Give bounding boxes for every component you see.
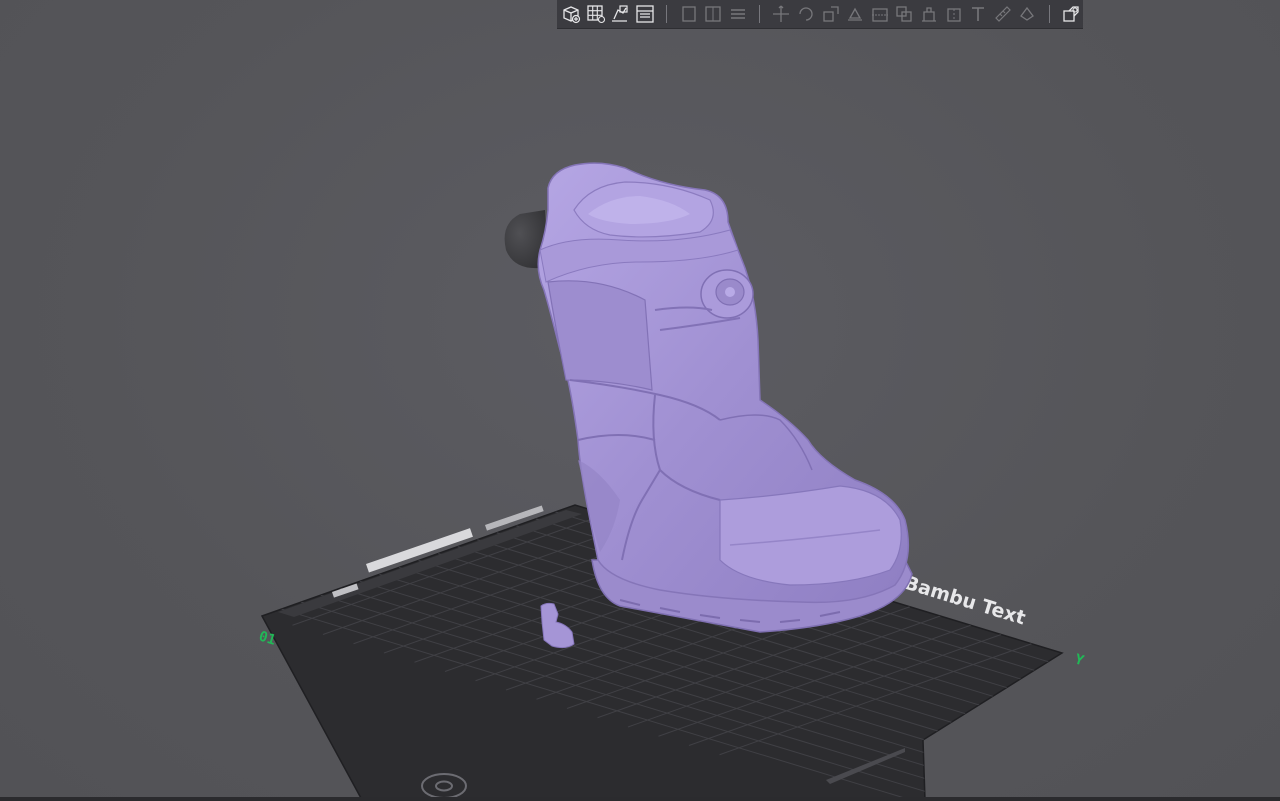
- rotate-button[interactable]: [794, 1, 819, 27]
- move-icon: [773, 5, 790, 22]
- add-object-button[interactable]: [559, 1, 584, 27]
- color-paint-button[interactable]: [1015, 1, 1040, 27]
- boot-model[interactable]: [537, 162, 913, 633]
- split-parts-button[interactable]: [701, 1, 726, 27]
- plate-index-label: 01: [257, 629, 278, 649]
- arrange-button[interactable]: [584, 1, 609, 27]
- toolbar-separator: [666, 5, 668, 23]
- split-parts-icon: [705, 6, 721, 22]
- support-paint-button[interactable]: [917, 1, 942, 27]
- orient-button[interactable]: [608, 1, 633, 27]
- move-button[interactable]: [769, 1, 794, 27]
- layers-icon: [730, 9, 745, 19]
- orient-icon: [612, 5, 629, 22]
- lay-on-face-button[interactable]: [843, 1, 868, 27]
- 3d-viewport[interactable]: Bambu Text 01 Y: [0, 0, 1280, 801]
- support-paint-icon: [921, 7, 936, 22]
- cut-button[interactable]: [867, 1, 892, 27]
- seam-paint-icon: [946, 8, 961, 22]
- plates-icon: [636, 5, 654, 23]
- toolbar-separator: [759, 5, 761, 23]
- split-icon: [681, 6, 696, 22]
- toolbar-separator: [1048, 5, 1050, 23]
- axis-y-label: Y: [1073, 652, 1086, 670]
- layers-button[interactable]: [726, 1, 751, 27]
- plates-button[interactable]: [633, 1, 658, 27]
- scene-canvas[interactable]: Bambu Text 01 Y: [0, 0, 1280, 801]
- text-emboss-button[interactable]: [966, 1, 991, 27]
- measure-icon: [994, 6, 1011, 22]
- rotate-icon: [799, 7, 813, 21]
- text-icon: [972, 7, 985, 21]
- measure-button[interactable]: [990, 1, 1015, 27]
- seam-paint-button[interactable]: [941, 1, 966, 27]
- mesh-boolean-button[interactable]: [892, 1, 917, 27]
- top-toolbar: [557, 0, 1083, 29]
- color-paint-icon: [1020, 6, 1035, 21]
- cube-plus-icon: [563, 6, 581, 24]
- scale-icon: [822, 6, 839, 22]
- split-objects-button[interactable]: [676, 1, 701, 27]
- scale-button[interactable]: [818, 1, 843, 27]
- assembly-view-button[interactable]: [1059, 1, 1084, 27]
- boolean-icon: [896, 6, 912, 22]
- assembly-icon: [1063, 6, 1079, 22]
- lay-on-face-icon: [848, 7, 863, 21]
- grid-icon: [587, 5, 605, 24]
- cut-icon: [871, 8, 888, 22]
- bottom-edge-bar: [0, 797, 1280, 801]
